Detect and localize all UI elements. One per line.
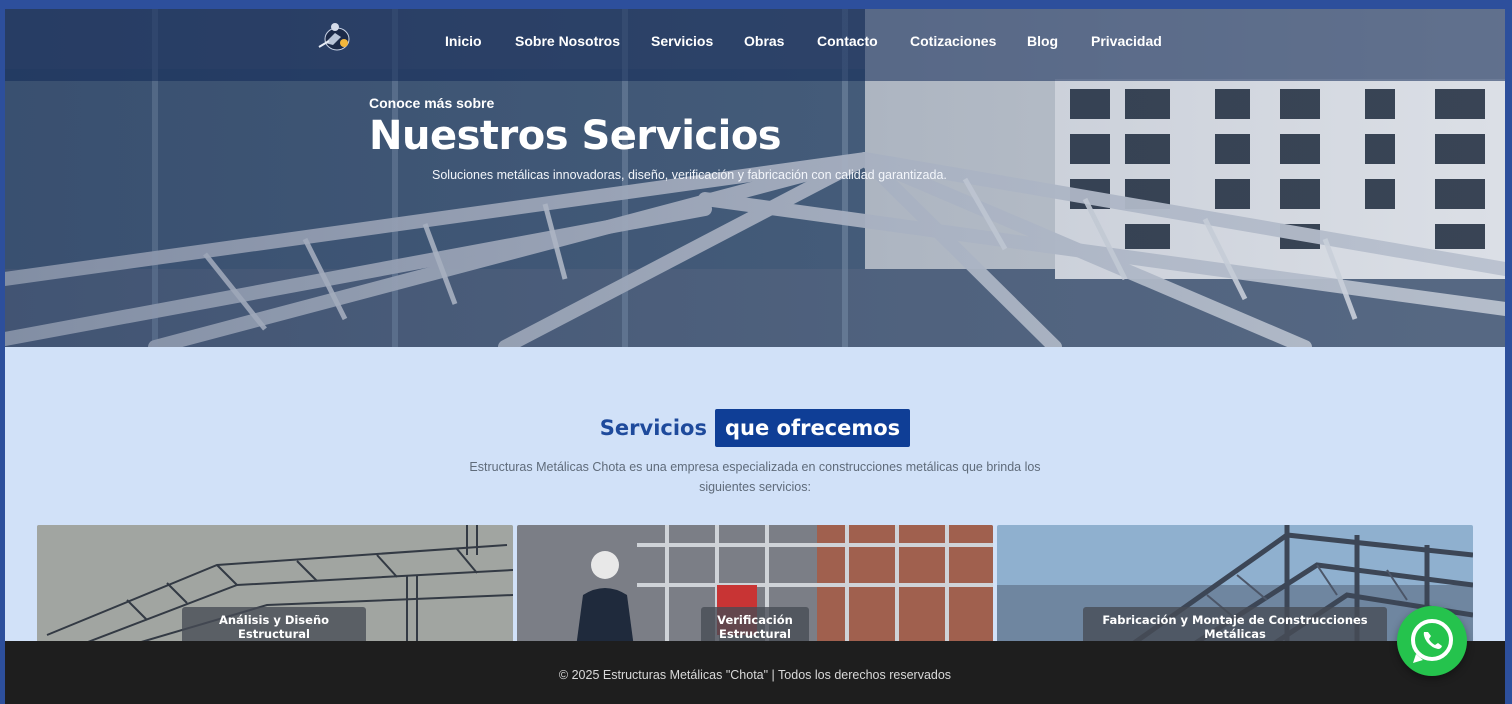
hero-section: Inicio Sobre Nosotros Servicios Obras Co… <box>5 9 1505 347</box>
whatsapp-button[interactable] <box>1397 606 1467 676</box>
page-frame: Inicio Sobre Nosotros Servicios Obras Co… <box>5 9 1505 704</box>
services-heading-highlight: que ofrecemos <box>714 409 911 447</box>
whatsapp-icon <box>1411 619 1453 663</box>
welder-logo-icon[interactable] <box>311 19 359 55</box>
services-description: Estructuras Metálicas Chota es una empre… <box>469 460 1041 494</box>
nav-item-cotizaciones[interactable]: Cotizaciones <box>910 33 996 49</box>
nav-item-obras[interactable]: Obras <box>744 33 784 49</box>
services-heading-plain: Servicios <box>599 416 707 440</box>
service-card-verificacion[interactable]: Verificación Estructural <box>517 525 993 655</box>
nav-item-contacto[interactable]: Contacto <box>817 33 878 49</box>
nav-item-blog[interactable]: Blog <box>1027 33 1058 49</box>
nav-item-inicio[interactable]: Inicio <box>445 33 482 49</box>
nav-item-servicios[interactable]: Servicios <box>651 33 713 49</box>
footer: © 2025 Estructuras Metálicas "Chota" | T… <box>5 641 1505 704</box>
hero-subtitle: Soluciones metálicas innovadoras, diseño… <box>432 168 947 182</box>
service-card-analisis-diseno[interactable]: Análisis y Diseño Estructural <box>37 525 513 655</box>
services-heading: Servicios que ofrecemos <box>5 409 1505 449</box>
footer-copyright: © 2025 Estructuras Metálicas "Chota" | T… <box>558 668 952 682</box>
hero-pretitle: Conoce más sobre <box>369 95 495 111</box>
top-navbar: Inicio Sobre Nosotros Servicios Obras Co… <box>5 9 1505 81</box>
nav-item-privacidad[interactable]: Privacidad <box>1091 33 1162 49</box>
hero-title: Nuestros Servicios <box>369 113 782 159</box>
nav-item-sobre-nosotros[interactable]: Sobre Nosotros <box>515 33 620 49</box>
